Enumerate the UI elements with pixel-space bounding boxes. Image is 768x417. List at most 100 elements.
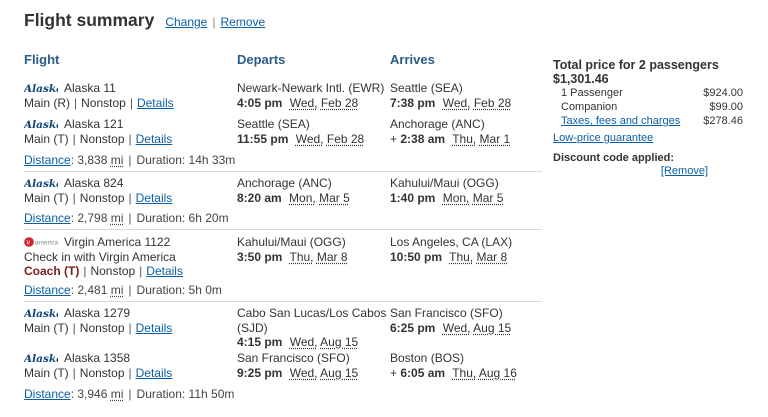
price-line: Taxes, fees and charges $278.46: [553, 114, 743, 128]
depart-time: 4:05 pm: [237, 95, 283, 110]
depart-time: 8:20 am: [237, 190, 282, 205]
arrive-time: 7:38 pm: [390, 95, 436, 110]
stops: Nonstop: [79, 320, 125, 335]
flight-number: Alaska 11: [64, 81, 116, 95]
svg-text:Alaska: Alaska: [24, 119, 58, 130]
separator: |: [128, 283, 132, 297]
separator: |: [128, 211, 132, 225]
separator: |: [128, 365, 132, 380]
arrive-date: Mar 5: [472, 190, 504, 205]
alaska-logo-icon: Alaska: [24, 119, 58, 130]
details-link[interactable]: Details: [136, 132, 173, 146]
distance-value: : 3,838: [70, 153, 108, 167]
depart-airport: Seattle (SEA): [237, 117, 310, 131]
distance-unit: mi: [110, 283, 124, 297]
stops: Nonstop: [79, 131, 125, 146]
distance-unit: mi: [110, 211, 124, 225]
arrive-airport: Los Angeles, CA (LAX): [390, 235, 513, 249]
depart-time: 3:50 pm: [237, 249, 283, 264]
arrive-time: 6:05 am: [400, 365, 446, 380]
depart-time: 11:55 pm: [237, 131, 289, 146]
duration: Duration: 6h 20m: [136, 211, 229, 225]
distance-link[interactable]: Distance: [24, 283, 71, 297]
arrive-day: Thu,: [449, 249, 474, 264]
change-link[interactable]: Change: [165, 15, 207, 29]
duration: Duration: 14h 33m: [136, 153, 236, 167]
itinerary-summary: Distance: 2,481 mi | Duration: 5h 0m: [24, 283, 222, 297]
distance-link[interactable]: Distance: [24, 153, 71, 167]
details-link[interactable]: Details: [136, 321, 173, 335]
cabin-class: Main (T): [24, 365, 69, 380]
details-link[interactable]: Details: [137, 96, 174, 110]
flight-number: Virgin America 1122: [64, 235, 171, 249]
flight-number: Alaska 824: [64, 176, 124, 190]
low-price-guarantee-link[interactable]: Low-price guarantee: [553, 132, 743, 144]
depart-day: Wed,: [289, 335, 318, 349]
arrive-date: Aug 15: [473, 320, 512, 335]
stops: Nonstop: [81, 95, 126, 110]
arrive-time: 10:50 pm: [390, 249, 443, 264]
flight-number: Alaska 1279: [64, 306, 131, 320]
depart-date: Feb 28: [326, 131, 365, 146]
alaska-logo-icon: Alaska: [24, 353, 58, 364]
next-day-indicator: +: [390, 365, 398, 380]
cabin-class: Coach (T): [24, 264, 80, 278]
arrive-day: Wed,: [442, 95, 471, 110]
separator: |: [128, 320, 132, 335]
arrive-date: Aug 16: [478, 365, 517, 380]
distance-value: : 3,946: [70, 387, 108, 401]
flight-number: Alaska 121: [64, 117, 124, 131]
depart-time: 9:25 pm: [237, 365, 283, 380]
arrive-time: 2:38 am: [400, 131, 446, 146]
remove-link[interactable]: Remove: [220, 15, 265, 29]
page-title: Flight summary: [24, 10, 155, 30]
depart-date: Aug 15: [320, 365, 359, 380]
next-day-indicator: +: [390, 131, 398, 146]
cabin-class: Main (T): [24, 320, 69, 335]
separator: |: [128, 190, 132, 205]
details-link[interactable]: Details: [136, 191, 173, 205]
svg-text:Alaska: Alaska: [24, 83, 58, 94]
title-links: Change | Remove: [165, 15, 265, 29]
stops: Nonstop: [79, 365, 125, 380]
depart-airport: Anchorage (ANC): [237, 176, 332, 190]
alaska-logo-icon: Alaska: [24, 308, 58, 319]
price-line-value: $278.46: [703, 115, 743, 127]
airline-row: Alaska Alaska 11: [24, 81, 174, 96]
svg-text:Alaska: Alaska: [24, 353, 58, 364]
separator: |: [74, 95, 78, 110]
depart-day: Wed,: [289, 95, 318, 110]
title-row: Flight summary Change | Remove: [24, 10, 265, 31]
arrive-day: Wed,: [442, 320, 471, 335]
price-panel: Total price for 2 passengers $1,301.46 1…: [553, 58, 743, 177]
details-link[interactable]: Details: [136, 366, 173, 380]
depart-time: 4:15 pm: [237, 335, 283, 349]
depart-day: Wed,: [295, 131, 324, 146]
distance-link[interactable]: Distance: [24, 387, 71, 401]
separator: |: [72, 190, 76, 205]
flight-number: Alaska 1358: [64, 351, 131, 365]
depart-day: Thu,: [289, 249, 314, 264]
depart-airport: San Francisco (SFO): [237, 351, 350, 365]
depart-day: Mon,: [289, 190, 316, 205]
column-header-flight: Flight: [24, 52, 60, 67]
separator: |: [83, 264, 87, 278]
arrive-date: Mar 8: [476, 249, 508, 264]
cabin-class: Main (T): [24, 131, 69, 146]
alaska-logo-icon: Alaska: [24, 178, 58, 189]
details-link[interactable]: Details: [146, 264, 183, 278]
svg-text:america: america: [35, 240, 58, 247]
divider: [24, 171, 542, 172]
separator: |: [212, 15, 216, 29]
arrive-airport: Kahului/Maui (OGG): [390, 176, 499, 190]
cabin-class: Main (T): [24, 190, 69, 205]
price-total: $1,301.46: [553, 72, 609, 86]
column-header-departs: Departs: [237, 52, 286, 67]
distance-link[interactable]: Distance: [24, 211, 71, 225]
distance-value: : 2,481: [70, 283, 108, 297]
remove-discount-link[interactable]: [Remove]: [661, 165, 708, 177]
taxes-fees-link[interactable]: Taxes, fees and charges: [561, 114, 680, 128]
distance-unit: mi: [110, 153, 124, 167]
price-line: Companion $99.00: [553, 100, 743, 114]
separator: |: [72, 365, 76, 380]
